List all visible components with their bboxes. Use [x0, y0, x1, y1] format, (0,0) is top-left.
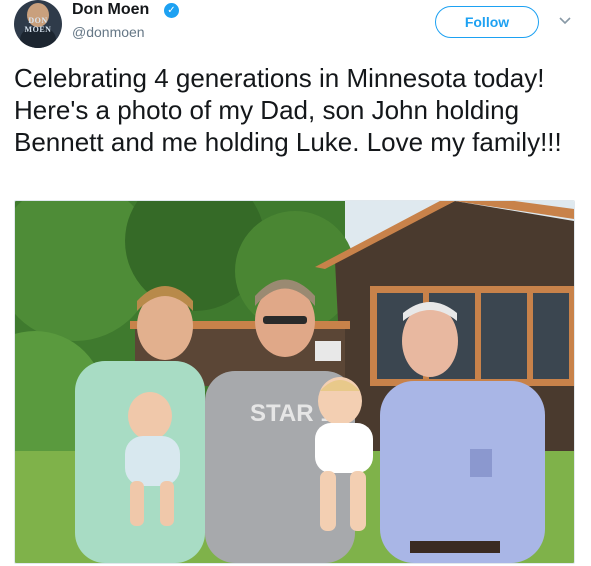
avatar[interactable]: DON MOEN	[14, 0, 62, 48]
tweet-photo[interactable]: STAR 19	[14, 200, 575, 564]
chevron-down-icon[interactable]	[557, 12, 573, 28]
verified-badge-icon: ✓	[164, 3, 179, 18]
family-photo-illustration: STAR 19	[15, 201, 574, 563]
tweet-text: Celebrating 4 generations in Minnesota t…	[14, 63, 562, 157]
user-handle[interactable]: @donmoen	[72, 24, 145, 40]
follow-button[interactable]: Follow	[435, 6, 539, 38]
display-name[interactable]: Don Moen	[72, 1, 149, 19]
avatar-logo-text: DON MOEN	[24, 16, 52, 34]
